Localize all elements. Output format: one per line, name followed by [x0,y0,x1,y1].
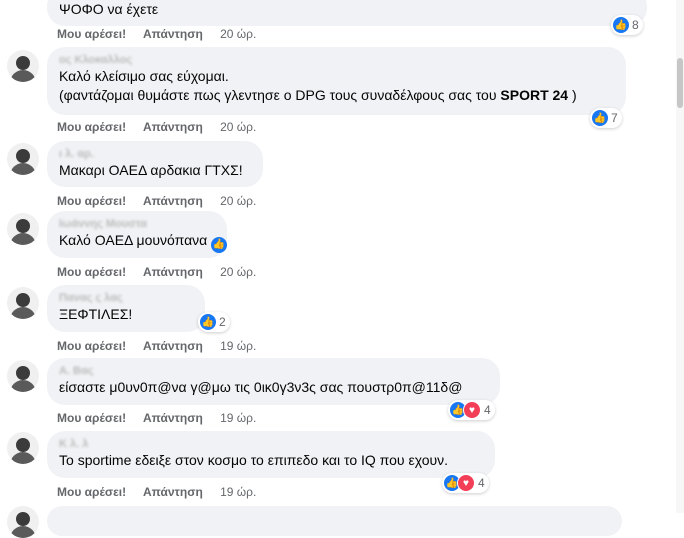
comment-text-content: Καλό ΟΑΕΔ μουνόπανα [59,232,208,248]
reactions-summary[interactable]: 👍 ♥ 4 [448,400,495,420]
comment-bubble: Πανας ς λας ΞΕΦΤΙΛΕΣ! [47,285,205,332]
comment-text: ΨΟΦΟ να έχετε [59,1,159,17]
comment-author[interactable]: Κ λ. λ [59,437,483,451]
scrollbar[interactable] [676,0,684,513]
comment-time[interactable]: 19 ώρ. [220,485,256,499]
comment-text-part: ) [568,87,577,103]
reaction-count: 7 [611,111,618,125]
like-button[interactable]: Μου αρέσει! [57,339,126,353]
comment-time[interactable]: 19 ώρ. [220,339,256,353]
comment-bubble [47,506,622,536]
avatar[interactable] [7,360,39,392]
comment-bubble: Α. Βας είσαστε μ0υν0π@να γ@μω τις 0ικ0γ3… [47,358,500,405]
like-icon[interactable]: 👍 [211,236,228,253]
comment-time[interactable]: 20 ώρ. [220,27,256,41]
comment-text: Μακαρι ΟΑΕΔ αρδακια ΓΤΧΣ! [59,162,243,178]
comment-text: είσαστε μ0υν0π@να γ@μω τις 0ικ0γ3ν3ς σας… [59,379,463,395]
reactions-summary[interactable]: 👍 ♥ 4 [442,473,489,493]
comment-text-line-1: Καλό κλείσιμο σας εύχομαι. [59,68,229,84]
comment-text: Το sportime εδειξε στον κοσμο το επιπεδο… [59,452,449,468]
like-button[interactable]: Μου αρέσει! [57,194,126,208]
avatar[interactable] [7,213,39,245]
comment-time[interactable]: 20 ώρ. [220,194,256,208]
avatar[interactable] [7,506,39,538]
like-icon: 👍 [592,110,608,126]
love-icon: ♥ [457,474,475,492]
comment-actions: Μου αρέσει! Απάντηση 20 ώρ. [57,194,270,208]
reaction-count: 8 [632,18,639,32]
like-button[interactable]: Μου αρέσει! [57,120,126,134]
comment-bubble: Ιωάννης Μουστα Καλό ΟΑΕΔ μουνόπανα 👍 [47,211,228,258]
reply-button[interactable]: Απάντηση [143,194,203,208]
reply-button[interactable]: Απάντηση [143,27,203,41]
comment-actions: Μου αρέσει! Απάντηση 20 ώρ. [57,120,270,134]
comment-text-bold: SPORT 24 [500,87,569,103]
comment-author[interactable]: ος Κλοκαλλος [59,53,614,67]
avatar[interactable] [7,432,39,464]
comment-actions: Μου αρέσει! Απάντηση 19 ώρ. [57,339,270,353]
comment-author[interactable]: Α. Βας [59,364,488,378]
reply-button[interactable]: Απάντηση [143,411,203,425]
reactions-summary[interactable]: 👍 7 [590,108,622,128]
comment-time[interactable]: 19 ώρ. [220,411,256,425]
reply-button[interactable]: Απάντηση [143,339,203,353]
comment-actions: Μου αρέσει! Απάντηση 19 ώρ. [57,485,270,499]
comment-bubble: ΨΟΦΟ να έχετε [47,0,647,26]
love-icon: ♥ [463,401,481,419]
comment-actions: Μου αρέσει! Απάντηση 20 ώρ. [57,265,270,279]
comment-text-line-2: (φαντάζομαι θυμάστε πως γλεντησε ο DPG τ… [59,86,614,105]
comment-time[interactable]: 20 ώρ. [220,265,256,279]
like-icon: 👍 [200,314,216,330]
comment-bubble: ι λ. αρ. Μακαρι ΟΑΕΔ αρδακια ΓΤΧΣ! [47,141,263,187]
reactions-summary[interactable]: 👍 2 [198,312,230,332]
like-icon: 👍 [613,17,629,33]
like-button[interactable]: Μου αρέσει! [57,411,126,425]
comment-time[interactable]: 20 ώρ. [220,120,256,134]
comment-actions: Μου αρέσει! Απάντηση 20 ώρ. [57,27,270,41]
avatar[interactable] [7,143,39,175]
reaction-count: 2 [219,315,226,329]
scrollbar-thumb[interactable] [677,58,683,108]
like-button[interactable]: Μου αρέσει! [57,265,126,279]
avatar[interactable] [7,50,39,82]
like-button[interactable]: Μου αρέσει! [57,27,126,41]
comment-author[interactable]: Πανας ς λας [59,291,193,305]
comment-text: ΞΕΦΤΙΛΕΣ! [59,306,133,322]
comment-actions: Μου αρέσει! Απάντηση 19 ώρ. [57,411,270,425]
reaction-count: 4 [484,403,491,417]
like-button[interactable]: Μου αρέσει! [57,485,126,499]
comment-author[interactable]: Ιωάννης Μουστα [59,217,215,231]
reactions-summary[interactable]: 👍 8 [611,15,643,35]
comment-text-part: (φαντάζομαι θυμάστε πως γλεντησε ο DPG τ… [59,87,501,103]
comment-author[interactable]: ι λ. αρ. [59,147,251,161]
avatar[interactable] [7,287,39,319]
reaction-count: 4 [478,476,485,490]
comment-text: Καλό ΟΑΕΔ μουνόπανα 👍 [59,231,228,253]
reply-button[interactable]: Απάντηση [143,265,203,279]
reply-button[interactable]: Απάντηση [143,120,203,134]
comment-bubble: ος Κλοκαλλος Καλό κλείσιμο σας εύχομαι. … [47,47,626,115]
comment-bubble: Κ λ. λ Το sportime εδειξε στον κοσμο το … [47,431,495,478]
reply-button[interactable]: Απάντηση [143,485,203,499]
